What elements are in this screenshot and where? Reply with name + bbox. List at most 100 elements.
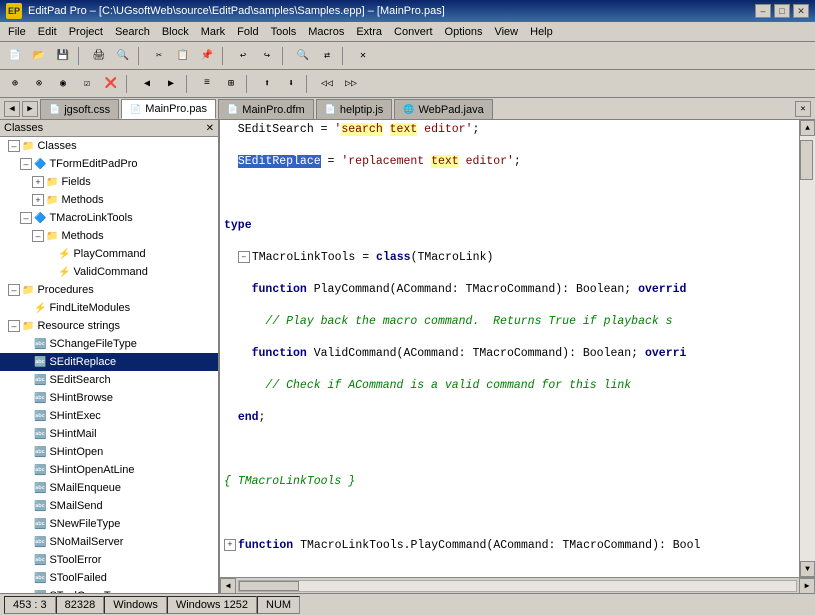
tb2-btn4[interactable]: ☑ bbox=[76, 73, 98, 95]
tb2-btn8[interactable]: ⬆ bbox=[256, 73, 278, 95]
menu-macros[interactable]: Macros bbox=[302, 24, 350, 40]
tab-webpad[interactable]: 🌐 WebPad.java bbox=[394, 99, 492, 119]
minimize-button[interactable]: – bbox=[755, 4, 771, 18]
tree-node-stoolopentemp[interactable]: 🔤 SToolOpenTemp bbox=[0, 587, 218, 593]
tree-node-seditreplace[interactable]: 🔤 SEditReplace bbox=[0, 353, 218, 371]
status-size-text: 82328 bbox=[65, 599, 96, 611]
tree-node-methods2[interactable]: – 📁 Methods bbox=[0, 227, 218, 245]
tree-node-validcommand[interactable]: ⚡ ValidCommand bbox=[0, 263, 218, 281]
tree-node-procedures[interactable]: – 📁 Procedures bbox=[0, 281, 218, 299]
menu-edit[interactable]: Edit bbox=[32, 24, 63, 40]
expand-tmacro[interactable]: – bbox=[20, 212, 32, 224]
tb2-btn7[interactable]: ▶ bbox=[160, 73, 182, 95]
tb2-btn2[interactable]: ⊗ bbox=[28, 73, 50, 95]
print-button[interactable]: 🖨 bbox=[88, 45, 110, 67]
menu-project[interactable]: Project bbox=[63, 24, 109, 40]
tree-node-playcommand[interactable]: ⚡ PlayCommand bbox=[0, 245, 218, 263]
close-button[interactable]: ✕ bbox=[793, 4, 809, 18]
paste-button[interactable]: 📌 bbox=[196, 45, 218, 67]
scroll-thumb[interactable] bbox=[800, 140, 813, 180]
tb2-btn5[interactable]: ❌ bbox=[100, 73, 122, 95]
tb2-btn6[interactable]: ◀ bbox=[136, 73, 158, 95]
copy-button[interactable]: 📋 bbox=[172, 45, 194, 67]
expand-resourcestrings[interactable]: – bbox=[8, 320, 20, 332]
menu-mark[interactable]: Mark bbox=[195, 24, 231, 40]
tree-node-shintexec[interactable]: 🔤 SHintExec bbox=[0, 407, 218, 425]
status-encoding-text: Windows bbox=[113, 599, 158, 611]
tree-node-fields[interactable]: + 📁 Fields bbox=[0, 173, 218, 191]
menu-view[interactable]: View bbox=[488, 24, 524, 40]
tree-close-button[interactable]: ✕ bbox=[206, 123, 214, 134]
menu-block[interactable]: Block bbox=[156, 24, 195, 40]
preview-button[interactable]: 🔍 bbox=[112, 45, 134, 67]
tab-jgsoft[interactable]: 📄 jgsoft.css bbox=[40, 99, 119, 119]
menu-fold[interactable]: Fold bbox=[231, 24, 264, 40]
tree-node-stoolerror[interactable]: 🔤 SToolError bbox=[0, 551, 218, 569]
tree-node-seditsearch[interactable]: 🔤 SEditSearch bbox=[0, 371, 218, 389]
tree-node-shintopen[interactable]: 🔤 SHintOpen bbox=[0, 443, 218, 461]
new-button[interactable]: 📄 bbox=[4, 45, 26, 67]
tb2-btn3[interactable]: ◉ bbox=[52, 73, 74, 95]
cut-button[interactable]: ✂ bbox=[148, 45, 170, 67]
tree-node-snomailserver[interactable]: 🔤 SNoMailServer bbox=[0, 533, 218, 551]
scroll-down-btn[interactable]: ▼ bbox=[800, 561, 815, 577]
tab-scroll-left[interactable]: ◀ bbox=[4, 101, 20, 117]
menu-extra[interactable]: Extra bbox=[350, 24, 388, 40]
expand-methods1[interactable]: + bbox=[32, 194, 44, 206]
menu-bar: File Edit Project Search Block Mark Fold… bbox=[0, 22, 815, 42]
indent-button[interactable]: ≡ bbox=[196, 73, 218, 95]
expand-tform[interactable]: – bbox=[20, 158, 32, 170]
tree-node-shintopenatline[interactable]: 🔤 SHintOpenAtLine bbox=[0, 461, 218, 479]
tree-node-resourcestrings[interactable]: – 📁 Resource strings bbox=[0, 317, 218, 335]
scroll-right-btn[interactable]: ▶ bbox=[799, 578, 815, 594]
tree-node-snewfiletype[interactable]: 🔤 SNewFileType bbox=[0, 515, 218, 533]
tree-node-smallsend[interactable]: 🔤 SMailSend bbox=[0, 497, 218, 515]
tree-node-methods1[interactable]: + 📁 Methods bbox=[0, 191, 218, 209]
menu-file[interactable]: File bbox=[2, 24, 32, 40]
expand-classes[interactable]: – bbox=[8, 140, 20, 152]
tree-node-tformeditpadpro[interactable]: – 🔷 TFormEditPadPro bbox=[0, 155, 218, 173]
replace-button[interactable]: ⇄ bbox=[316, 45, 338, 67]
scroll-left-btn[interactable]: ◀ bbox=[220, 578, 236, 594]
tree-node-schangefiletype[interactable]: 🔤 SChangeFileType bbox=[0, 335, 218, 353]
scroll-track[interactable] bbox=[800, 136, 815, 561]
hscroll-track[interactable] bbox=[238, 580, 797, 592]
undo-button[interactable]: ↩ bbox=[232, 45, 254, 67]
align-button[interactable]: ⊞ bbox=[220, 73, 242, 95]
redo-button[interactable]: ↪ bbox=[256, 45, 278, 67]
menu-options[interactable]: Options bbox=[439, 24, 489, 40]
tree-node-shintmail[interactable]: 🔤 SHintMail bbox=[0, 425, 218, 443]
menu-search[interactable]: Search bbox=[109, 24, 156, 40]
horizontal-scrollbar[interactable]: ◀ ▶ bbox=[220, 577, 815, 593]
maximize-button[interactable]: □ bbox=[774, 4, 790, 18]
tree-node-stoolfailed[interactable]: 🔤 SToolFailed bbox=[0, 569, 218, 587]
menu-tools[interactable]: Tools bbox=[265, 24, 303, 40]
tree-node-smallenqueue[interactable]: 🔤 SMailEnqueue bbox=[0, 479, 218, 497]
tab-mainpro-pas[interactable]: 📄 MainPro.pas bbox=[121, 99, 216, 119]
menu-help[interactable]: Help bbox=[524, 24, 559, 40]
panel-close[interactable]: ✕ bbox=[352, 45, 374, 67]
tree-node-shintbrowse[interactable]: 🔤 SHintBrowse bbox=[0, 389, 218, 407]
tab-close-btn[interactable]: ✕ bbox=[795, 101, 811, 117]
tree-node-tmacro[interactable]: – 🔷 TMacroLinkTools bbox=[0, 209, 218, 227]
tb2-btn9[interactable]: ⬇ bbox=[280, 73, 302, 95]
open-button[interactable]: 📂 bbox=[28, 45, 50, 67]
hscroll-thumb[interactable] bbox=[239, 581, 299, 591]
expand-procedures[interactable]: – bbox=[8, 284, 20, 296]
vertical-scrollbar[interactable]: ▲ ▼ bbox=[799, 120, 815, 577]
nav-next[interactable]: ▷▷ bbox=[340, 73, 362, 95]
nav-prev[interactable]: ◁◁ bbox=[316, 73, 338, 95]
tab-mainpro-dfm[interactable]: 📄 MainPro.dfm bbox=[218, 99, 314, 119]
tab-scroll-right[interactable]: ▶ bbox=[22, 101, 38, 117]
save-button[interactable]: 💾 bbox=[52, 45, 74, 67]
tree-node-findlite[interactable]: ⚡ FindLiteModules bbox=[0, 299, 218, 317]
scroll-up-btn[interactable]: ▲ bbox=[800, 120, 815, 136]
tree-node-classes[interactable]: – 📁 Classes bbox=[0, 137, 218, 155]
code-editor[interactable]: SEditSearch = 'search text editor'; SEdi… bbox=[220, 120, 799, 577]
menu-convert[interactable]: Convert bbox=[388, 24, 439, 40]
tb2-btn1[interactable]: ⊕ bbox=[4, 73, 26, 95]
expand-fields[interactable]: + bbox=[32, 176, 44, 188]
tab-helptip[interactable]: 📄 helptip.js bbox=[316, 99, 393, 119]
search-button[interactable]: 🔍 bbox=[292, 45, 314, 67]
expand-methods2[interactable]: – bbox=[32, 230, 44, 242]
